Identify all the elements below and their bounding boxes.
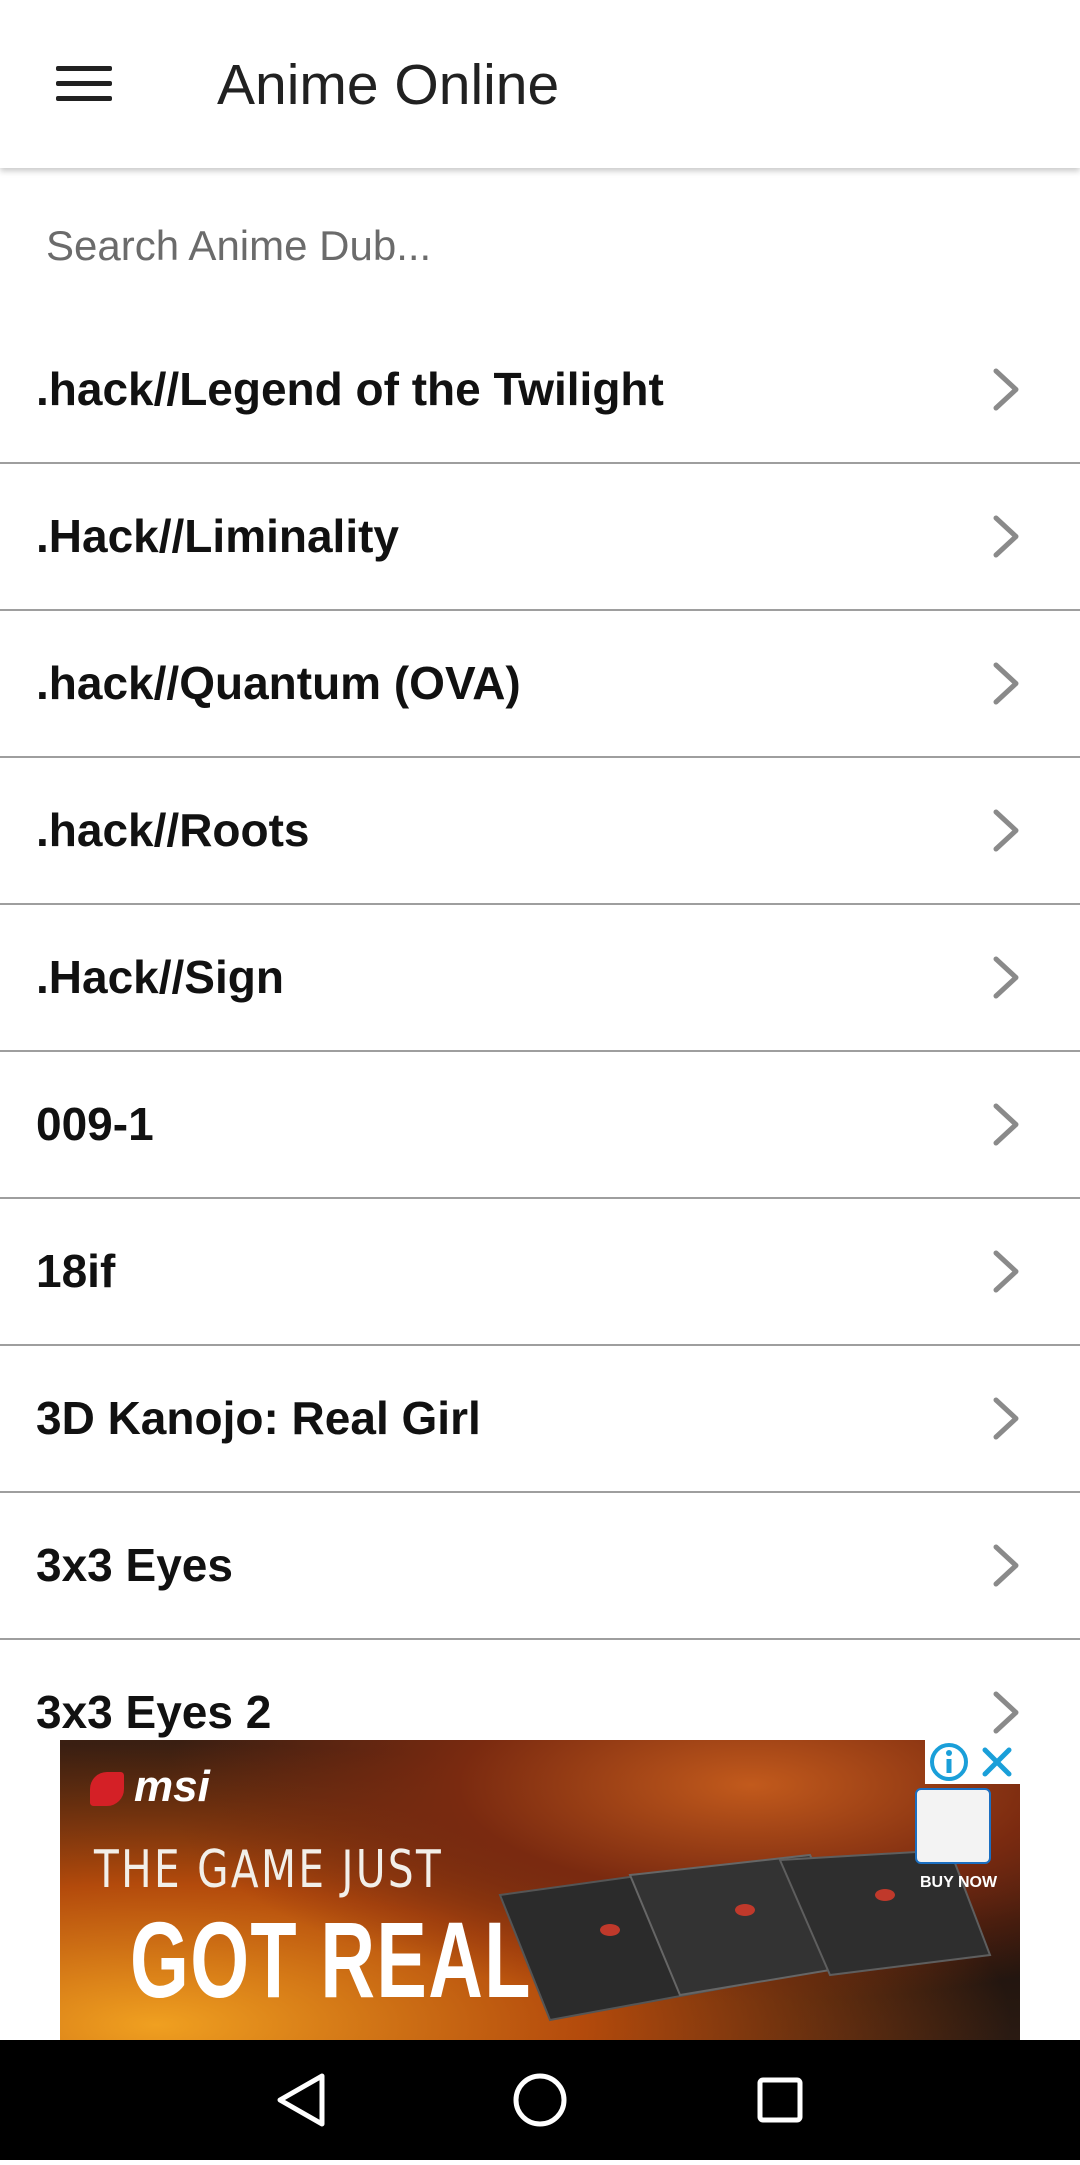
hamburger-menu-icon-bar	[56, 96, 112, 101]
chevron-right-icon	[993, 809, 1019, 852]
info-icon[interactable]	[927, 1740, 971, 1784]
chevron-right-icon	[993, 1691, 1019, 1734]
recents-button[interactable]	[700, 2040, 860, 2160]
msi-dragon-icon	[90, 1772, 124, 1807]
chevron-right-icon	[993, 368, 1019, 411]
home-button[interactable]	[460, 2040, 620, 2160]
intel-core-badge	[915, 1788, 991, 1864]
chevron-right-icon	[993, 956, 1019, 999]
menu-button[interactable]	[40, 44, 128, 124]
chevron-right-icon	[993, 1250, 1019, 1293]
ad-headline-1: THE GAME JUST	[94, 1840, 444, 1900]
banner-ad[interactable]: msi THE GAME JUST GOT REAL BUY NOW	[60, 1740, 1020, 2040]
ad-brand: msi	[90, 1762, 210, 1812]
ad-brand-text: msi	[134, 1762, 210, 1811]
list-item-label: 18if	[36, 1245, 116, 1297]
list-item-label: .Hack//Sign	[36, 951, 284, 1003]
list-item[interactable]: .hack//Legend of the Twilight	[0, 317, 1080, 464]
list-item[interactable]: .Hack//Liminality	[0, 464, 1080, 611]
list-item[interactable]: .hack//Roots	[0, 758, 1080, 905]
chevron-right-icon	[993, 1397, 1019, 1440]
list-item[interactable]: .hack//Quantum (OVA)	[0, 611, 1080, 758]
list-item-label: .hack//Legend of the Twilight	[36, 363, 664, 415]
chevron-right-icon	[993, 1103, 1019, 1146]
anime-list: .hack//Legend of the Twilight .Hack//Lim…	[0, 317, 1080, 1785]
search-input[interactable]	[44, 205, 1028, 287]
list-item[interactable]: 009-1	[0, 1052, 1080, 1199]
chevron-right-icon	[993, 662, 1019, 705]
hamburger-menu-icon-bar	[56, 81, 112, 86]
list-item-label: 3D Kanojo: Real Girl	[36, 1392, 481, 1444]
list-item-label: 009-1	[36, 1098, 154, 1150]
list-item-label: .hack//Roots	[36, 804, 310, 856]
app-title: Anime Online	[217, 53, 560, 117]
app-bar: Anime Online	[0, 0, 1080, 168]
ad-headline-2: GOT REAL	[130, 1899, 532, 2020]
ad-buy-now[interactable]: BUY NOW	[920, 1874, 997, 1892]
list-item-label: .hack//Quantum (OVA)	[36, 657, 521, 709]
search-bar	[0, 175, 1080, 315]
home-circle-icon	[513, 2073, 567, 2127]
ad-choices[interactable]	[925, 1740, 1020, 1784]
list-item[interactable]: 18if	[0, 1199, 1080, 1346]
close-icon[interactable]	[977, 1740, 1017, 1784]
list-item-label: 3x3 Eyes	[36, 1539, 233, 1591]
back-button[interactable]	[220, 2040, 380, 2160]
list-item[interactable]: 3x3 Eyes	[0, 1493, 1080, 1640]
hamburger-menu-icon	[56, 66, 112, 71]
list-item-label: .Hack//Liminality	[36, 510, 400, 562]
list-item[interactable]: 3D Kanojo: Real Girl	[0, 1346, 1080, 1493]
laptop-image	[498, 1848, 992, 2022]
back-triangle-icon	[277, 2073, 325, 2127]
chevron-right-icon	[993, 515, 1019, 558]
system-nav-bar	[0, 2040, 1080, 2160]
recents-square-icon	[757, 2077, 803, 2123]
list-item[interactable]: .Hack//Sign	[0, 905, 1080, 1052]
chevron-right-icon	[993, 1544, 1019, 1587]
